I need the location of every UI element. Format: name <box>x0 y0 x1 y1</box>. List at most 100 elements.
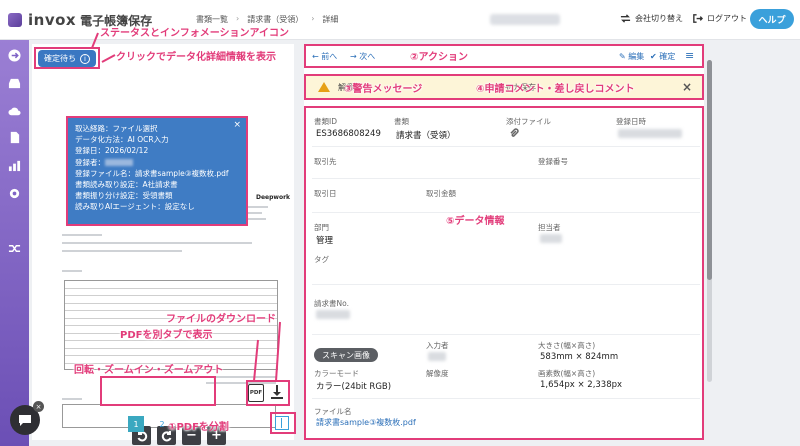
chat-icon <box>19 415 31 426</box>
trade-date-label: 取引日 <box>314 189 337 198</box>
data-panel: ← 前へ → 次へ ✎ 編集 ✔ 確定 ≡ 解像 ャナ保存 × 書類ID ES3… <box>304 44 704 440</box>
popup-line: データ化方法：AI OCR入力 <box>75 135 169 145</box>
warning-close-icon[interactable]: × <box>682 80 692 94</box>
prev-button[interactable]: ← 前へ <box>312 51 337 62</box>
document-table <box>64 280 278 370</box>
field-divider <box>312 212 700 213</box>
doc-text-line <box>62 234 102 236</box>
doc-text-line <box>62 250 182 252</box>
popup-line: 登録日：2026/02/12 <box>75 146 149 156</box>
chat-close-icon[interactable]: × <box>33 401 44 412</box>
menu-icon[interactable]: ≡ <box>685 49 694 62</box>
filename-link[interactable]: 請求書sample③複数枚.pdf <box>316 417 416 428</box>
department-label: 部門 <box>314 223 329 232</box>
annotation-data-info: ⑤データ情報 <box>446 216 505 227</box>
inputter-label: 入力者 <box>426 341 449 350</box>
doc-text-line <box>206 376 276 378</box>
popup-line: 読み取りAIエージェント：設定なし <box>75 202 195 212</box>
gear-icon[interactable] <box>7 186 22 201</box>
action-bar: ← 前へ → 次へ ✎ 編集 ✔ 確定 ≡ <box>304 44 704 68</box>
filename-label: ファイル名 <box>314 407 352 416</box>
popup-line: 書類読み取り設定：A社請求書 <box>75 180 178 190</box>
color-mode-label: カラーモード <box>314 369 359 378</box>
warning-icon <box>318 82 330 92</box>
doc-text-line <box>62 398 82 400</box>
color-mode-value: カラー(24bit RGB) <box>316 382 392 392</box>
tag-label: タグ <box>314 255 329 264</box>
annotation-box-split <box>270 412 296 434</box>
cloud-upload-icon[interactable] <box>7 104 22 119</box>
popup-line: 登録者： <box>75 157 239 168</box>
registered-at-label: 登録日時 <box>616 117 646 126</box>
page-navigation: 1 2 <box>32 408 294 438</box>
annotation-click-detail: クリックでデータ化詳細情報を表示 <box>116 52 276 63</box>
annotation-box-status <box>34 47 100 69</box>
invoice-no-label: 請求書No. <box>314 299 349 308</box>
switch-company-button[interactable]: 会社切り替え <box>620 13 683 24</box>
annotation-request-comment: ④申請コメント・差し戻しコメント <box>476 84 635 95</box>
annotation-pdf-tab: PDFを別タブで表示 <box>120 330 213 341</box>
registered-at-value-blurred <box>618 129 682 138</box>
paperclip-icon[interactable] <box>509 128 519 138</box>
data-scrollbar[interactable] <box>707 60 712 382</box>
doc-text-line <box>62 242 252 244</box>
size-label: 大きさ(幅×高さ) <box>538 341 596 350</box>
logo-mark-icon <box>8 13 22 27</box>
breadcrumb-item-detail: 詳細 <box>322 15 339 24</box>
annotation-box-tools <box>100 376 216 406</box>
pixels-value: 1,654px × 2,338px <box>540 380 623 390</box>
edit-button[interactable]: ✎ 編集 <box>619 51 644 62</box>
annotation-status-info: ステータスとインフォメーションアイコン <box>100 28 289 39</box>
scan-image-badge: スキャン画像 <box>314 348 378 362</box>
page-button-1[interactable]: 1 <box>128 416 144 432</box>
logout-button[interactable]: ログアウト <box>692 13 747 24</box>
person-value-blurred <box>540 234 562 243</box>
popup-line: 取込経路：ファイル選択 <box>75 124 158 133</box>
scrollbar-thumb[interactable] <box>707 60 712 280</box>
annotation-zoom: 回転・ズームイン・ズームアウト <box>74 365 224 376</box>
help-button[interactable]: ヘルプ <box>750 9 794 29</box>
partner-label: 取引先 <box>314 157 337 166</box>
data-detail-popup: × 取込経路：ファイル選択 データ化方法：AI OCR入力 登録日：2026/0… <box>66 116 248 226</box>
person-label: 担当者 <box>538 223 561 232</box>
arrow-right-icon[interactable] <box>7 48 22 63</box>
data-information: 書類ID ES3686808249 書類 請求書（受領） 添付ファイル 登録日時… <box>304 106 704 440</box>
resolution-label: 解像度 <box>426 369 449 378</box>
field-divider <box>312 398 700 399</box>
shuffle-icon[interactable] <box>7 241 22 256</box>
doc-type-label: 書類 <box>394 117 409 126</box>
doc-id-label: 書類ID <box>314 117 337 126</box>
invoice-no-value-blurred <box>316 310 350 319</box>
annotation-download: ファイルのダウンロード <box>166 314 276 325</box>
annotation-box-pdf-download <box>246 380 290 406</box>
field-divider <box>312 334 700 335</box>
annotation-split: ①PDFを分割 <box>168 422 229 433</box>
close-icon[interactable]: × <box>233 120 241 131</box>
doc-text-line <box>62 270 82 272</box>
pixels-label: 画素数(幅×高さ) <box>538 369 596 378</box>
document-icon[interactable] <box>7 130 22 145</box>
attachment-label: 添付ファイル <box>506 117 551 126</box>
annotation-warning: ③警告メッセージ <box>344 84 423 95</box>
field-divider <box>312 146 700 147</box>
popup-line: 登録ファイル名：請求書sample③複数枚.pdf <box>75 168 229 178</box>
registration-no-label: 登録番号 <box>538 157 568 166</box>
inputter-value-blurred <box>428 352 446 361</box>
field-divider <box>312 178 700 179</box>
logout-icon <box>693 14 703 23</box>
annotation-actions: ②アクション <box>410 52 468 63</box>
confirm-button[interactable]: ✔ 確定 <box>650 51 675 62</box>
logo-text: invox <box>28 11 77 29</box>
department-value: 管理 <box>316 236 334 246</box>
side-navigation <box>0 40 29 446</box>
document-company-logo: Deepwork <box>256 194 291 201</box>
chart-icon[interactable] <box>7 158 22 173</box>
doc-type-value: 請求書（受領） <box>396 131 456 141</box>
next-button[interactable]: → 次へ <box>350 51 375 62</box>
inbox-icon[interactable] <box>7 76 22 91</box>
size-value: 583mm × 824mm <box>540 352 619 362</box>
user-name-blurred <box>490 14 560 25</box>
swap-icon <box>620 14 631 23</box>
switch-company-label: 会社切り替え <box>635 14 683 23</box>
amount-label: 取引金額 <box>426 189 456 198</box>
